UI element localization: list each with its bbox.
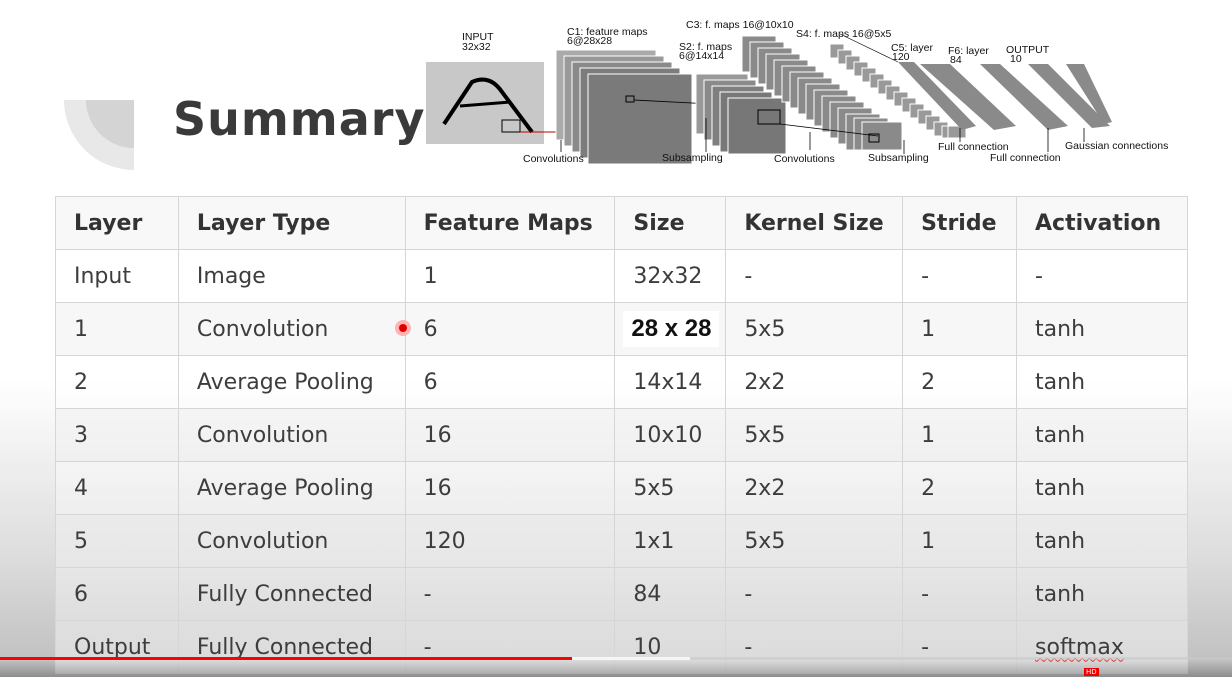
slide-title: Summary [173, 92, 426, 146]
header-stride: Stride [902, 196, 1018, 250]
cell-kernel-size: - [725, 567, 904, 621]
cell-layer: Input [55, 249, 179, 303]
cell-size: 84 [614, 567, 727, 621]
lenet-summary-table: Layer Layer Type Feature Maps Size Kerne… [55, 196, 1188, 674]
header-feature-maps: Feature Maps [404, 196, 616, 250]
cell-stride: 2 [902, 461, 1018, 515]
cell-feature-maps: 6 [404, 302, 616, 356]
cell-size: 14x14 [614, 355, 727, 409]
table-row: 2 Average Pooling 6 14x14 2x2 2 tanh [55, 355, 1188, 409]
cell-stride: 1 [902, 408, 1018, 462]
cell-size: 10x10 [614, 408, 727, 462]
cell-kernel-size: 5x5 [725, 514, 904, 568]
presentation-slide: Summary INPUT 32x32 C1: feature maps 6@2… [0, 0, 1232, 677]
cell-feature-maps: 16 [404, 461, 616, 515]
lenet-architecture-diagram: INPUT 32x32 C1: feature maps 6@28x28 S2:… [426, 19, 1168, 165]
cell-stride: - [902, 567, 1018, 621]
header-layer-type: Layer Type [177, 196, 406, 250]
arch-label-output-size: 10 [1010, 53, 1022, 65]
cell-feature-maps: 120 [404, 514, 616, 568]
cell-layer: 6 [55, 567, 179, 621]
cell-stride: - [902, 249, 1018, 303]
cell-feature-maps: 16 [404, 408, 616, 462]
cell-layer-type: Average Pooling [177, 355, 406, 409]
cell-layer-type: Convolution [177, 514, 406, 568]
cell-size: 32x32 [614, 249, 727, 303]
table-row: 4 Average Pooling 16 5x5 2x2 2 tanh [55, 461, 1188, 515]
cell-layer-type: Convolution [177, 302, 406, 356]
cell-kernel-size: 5x5 [725, 302, 904, 356]
cell-activation: - [1016, 249, 1188, 303]
cell-size: 1x1 [614, 514, 727, 568]
table-row: 3 Convolution 16 10x10 5x5 1 tanh [55, 408, 1188, 462]
table-row: 6 Fully Connected - 84 - - tanh [55, 567, 1188, 621]
cell-stride: 1 [902, 514, 1018, 568]
cell-activation: tanh [1016, 461, 1188, 515]
arch-label-f6-size: 84 [950, 54, 962, 66]
table-row: 5 Convolution 120 1x1 5x5 1 tanh [55, 514, 1188, 568]
cell-activation: tanh [1016, 567, 1188, 621]
cell-activation: tanh [1016, 514, 1188, 568]
arch-label-c3: C3: f. maps 16@10x10 [686, 19, 794, 31]
arch-label-gaussian: Gaussian connections [1065, 140, 1168, 152]
arch-label-full-connection-2: Full connection [990, 152, 1061, 164]
cell-size: 28 x 28 [614, 302, 727, 356]
cell-kernel-size: 2x2 [725, 355, 904, 409]
cell-layer: 2 [55, 355, 179, 409]
cell-activation: tanh [1016, 302, 1188, 356]
cell-layer-type: Convolution [177, 408, 406, 462]
header-layer: Layer [55, 196, 179, 250]
cell-layer-type: Average Pooling [177, 461, 406, 515]
hd-quality-badge: HD [1084, 668, 1099, 676]
cell-layer: 5 [55, 514, 179, 568]
cell-layer: 4 [55, 461, 179, 515]
arch-label-convolutions-1: Convolutions [523, 153, 584, 165]
video-controls-strip [0, 660, 1232, 677]
cell-activation: tanh [1016, 355, 1188, 409]
cell-feature-maps: 1 [404, 249, 616, 303]
arch-label-subsampling-2: Subsampling [868, 152, 929, 164]
cell-feature-maps: 6 [404, 355, 616, 409]
arch-label-input-size: 32x32 [462, 41, 491, 53]
cell-feature-maps: - [404, 567, 616, 621]
cell-stride: 2 [902, 355, 1018, 409]
cell-stride: 1 [902, 302, 1018, 356]
cell-kernel-size: 2x2 [725, 461, 904, 515]
quarter-circle-decoration [64, 100, 134, 170]
cell-layer-type: Fully Connected [177, 567, 406, 621]
header-size: Size [614, 196, 727, 250]
cell-kernel-size: - [725, 249, 904, 303]
header-kernel-size: Kernel Size [725, 196, 904, 250]
arch-label-subsampling-1: Subsampling [662, 152, 723, 164]
spellcheck-underlined-text: softmax [1035, 634, 1124, 660]
table-row: Input Image 1 32x32 - - - [55, 249, 1188, 303]
cell-layer: 3 [55, 408, 179, 462]
highlighted-size-annotation: 28 x 28 [623, 311, 720, 347]
arch-label-s2-size: 6@14x14 [679, 50, 724, 62]
cell-layer-type: Image [177, 249, 406, 303]
cell-activation: tanh [1016, 408, 1188, 462]
table-header-row: Layer Layer Type Feature Maps Size Kerne… [55, 196, 1188, 250]
table-row: 1 Convolution 6 28 x 28 5x5 1 tanh [55, 302, 1188, 356]
mouse-pointer-highlight [395, 320, 411, 336]
arch-label-c5-size: 120 [892, 51, 910, 63]
arch-label-s4: S4: f. maps 16@5x5 [796, 28, 891, 40]
arch-label-convolutions-2: Convolutions [774, 153, 835, 165]
cell-layer: 1 [55, 302, 179, 356]
arch-label-c1-size: 6@28x28 [567, 35, 612, 47]
cell-kernel-size: 5x5 [725, 408, 904, 462]
cell-size: 5x5 [614, 461, 727, 515]
header-activation: Activation [1016, 196, 1188, 250]
